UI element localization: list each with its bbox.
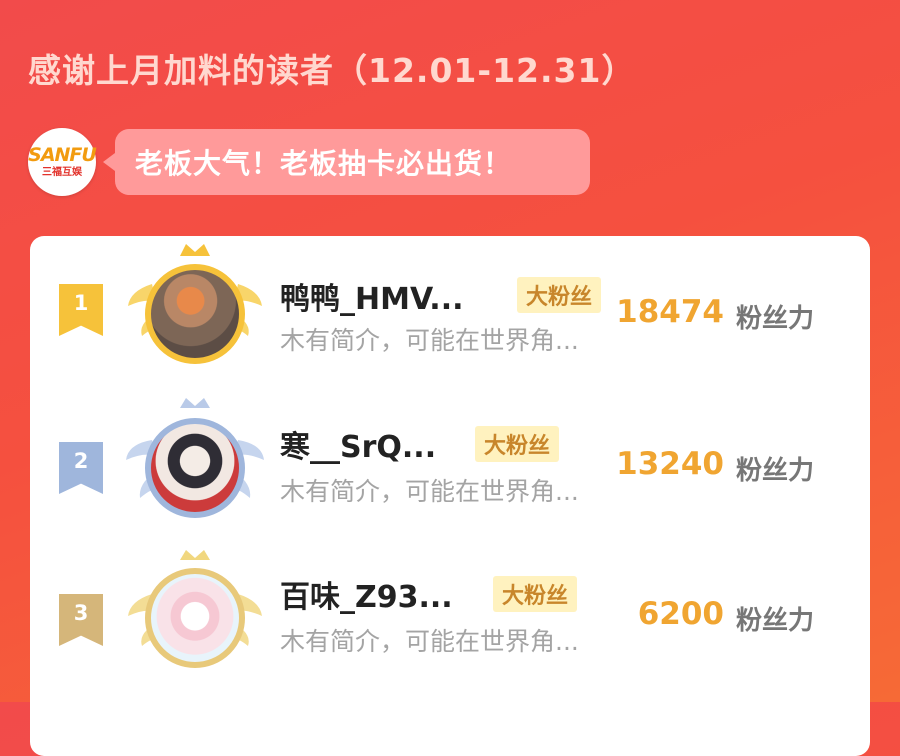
fan-power-unit: 粉丝力 [736,304,815,334]
avatar[interactable] [145,418,245,518]
leaderboard-row[interactable]: 2 寒__SrQ... 大粉丝 木有简介，可能在世界角... 13240 粉丝力 [30,394,870,524]
fan-power-score: 18474 [616,294,724,330]
rank-badge: 1 [59,284,103,336]
avatar[interactable] [145,568,245,668]
username[interactable]: 鸭鸭_HMV... [280,274,464,318]
avatar[interactable] [145,264,245,364]
user-bio: 木有简介，可能在世界角... [280,627,579,656]
rank-badge: 2 [59,442,103,494]
logo-subtitle: 三福互娱 [42,167,82,178]
leaderboard-row[interactable]: 3 百味_Z93... 大粉丝 木有简介，可能在世界角... 6200 粉丝力 [30,546,870,676]
username[interactable]: 百味_Z93... [280,572,453,616]
publisher-logo[interactable]: SANFU 三福互娱 [28,128,97,196]
fan-power-score: 6200 [637,596,724,632]
page-title: 感谢上月加料的读者（12.01-12.31） [28,51,636,90]
fan-power-unit: 粉丝力 [736,606,815,636]
user-bio: 木有简介，可能在世界角... [280,477,579,506]
leaderboard-row[interactable]: 1 鸭鸭_HMV... 大粉丝 木有简介，可能在世界角... 18474 粉丝力 [30,236,870,366]
rank-badge: 3 [59,594,103,646]
user-bio: 木有简介，可能在世界角... [280,326,579,355]
logo-wordmark: SANFU [28,144,97,166]
fan-power-unit: 粉丝力 [736,456,815,486]
leaderboard-card: 1 鸭鸭_HMV... 大粉丝 木有简介，可能在世界角... 18474 粉丝力… [30,236,870,756]
username[interactable]: 寒__SrQ... [280,422,436,466]
message-bubble: 老板大气！老板抽卡必出货！ [103,129,590,195]
fan-badge: 大粉丝 [475,426,560,462]
fan-power-score: 13240 [616,446,724,482]
